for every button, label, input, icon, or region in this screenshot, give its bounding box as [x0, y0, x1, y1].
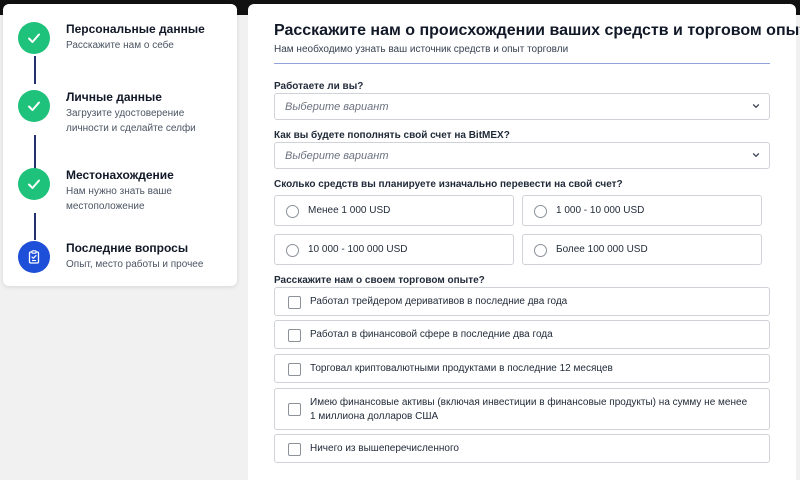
step-title: Последние вопросы [66, 241, 189, 255]
trading-experience-question-label: Расскажите нам о своем торговом опыте? [274, 275, 485, 286]
progress-steps-panel: Персональные данные Расскажите нам о себ… [3, 4, 237, 286]
form-divider [274, 63, 770, 64]
step-subtitle: Загрузите удостоверение личности и сдела… [66, 108, 196, 134]
funds-origin-form: Расскажите нам о происхождении ваших сре… [248, 4, 800, 480]
step-title: Местонахождение [66, 168, 174, 182]
checkbox[interactable] [288, 443, 301, 456]
step-final-questions[interactable]: Последние вопросы Опыт, место работы и п… [18, 241, 233, 291]
clipboard-icon [28, 250, 40, 264]
chevron-down-icon [752, 153, 760, 157]
step-complete-indicator [18, 90, 50, 122]
radio-label: Менее 1 000 USD [308, 205, 391, 216]
checkbox-label: Торговал криптовалютными продуктами в по… [310, 363, 613, 374]
radio-button[interactable] [534, 205, 547, 218]
deposit-option-1000-10000[interactable]: 1 000 - 10 000 USD [522, 195, 762, 226]
employment-question-label: Работаете ли вы? [274, 81, 364, 92]
checkbox[interactable] [288, 403, 301, 416]
step-complete-indicator [18, 22, 50, 54]
radio-button[interactable] [534, 244, 547, 257]
check-icon [28, 33, 40, 43]
experience-option-none[interactable]: Ничего из вышеперечисленного [274, 434, 770, 463]
step-subtitle: Нам нужно знать ваше местоположение [66, 186, 172, 212]
experience-option-crypto-trading[interactable]: Торговал криптовалютными продуктами в по… [274, 354, 770, 383]
form-subtitle: Нам необходимо узнать ваш источник средс… [274, 44, 569, 55]
chevron-down-icon [752, 104, 760, 108]
deposit-option-10000-100000[interactable]: 10 000 - 100 000 USD [274, 234, 514, 265]
experience-option-derivatives-trader[interactable]: Работал трейдером деривативов в последни… [274, 287, 770, 316]
step-title: Персональные данные [66, 22, 205, 36]
step-subtitle: Опыт, место работы и прочее [66, 259, 204, 270]
checkbox[interactable] [288, 363, 301, 376]
checkbox[interactable] [288, 329, 301, 342]
checkbox-label: Имею финансовые активы (включая инвестиц… [310, 397, 748, 422]
step-title: Личные данные [66, 90, 162, 104]
experience-option-financial-assets[interactable]: Имею финансовые активы (включая инвестиц… [274, 388, 770, 430]
experience-option-finance-sector[interactable]: Работал в финансовой сфере в последние д… [274, 320, 770, 349]
checkbox-label: Работал трейдером деривативов в последни… [310, 296, 568, 307]
select-placeholder: Выберите вариант [285, 101, 389, 113]
step-identity[interactable]: Личные данные Загрузите удостоверение ли… [18, 90, 233, 140]
radio-label: Более 100 000 USD [556, 244, 648, 255]
check-icon [28, 101, 40, 111]
step-subtitle: Расскажите нам о себе [66, 40, 174, 51]
step-connector [34, 135, 36, 169]
deposit-option-under-1000[interactable]: Менее 1 000 USD [274, 195, 514, 226]
form-title: Расскажите нам о происхождении ваших сре… [274, 22, 800, 39]
select-placeholder: Выберите вариант [285, 150, 389, 162]
step-complete-indicator [18, 168, 50, 200]
step-personal-data[interactable]: Персональные данные Расскажите нам о себ… [18, 22, 233, 72]
checkbox[interactable] [288, 296, 301, 309]
step-location[interactable]: Местонахождение Нам нужно знать ваше мес… [18, 168, 233, 218]
deposit-option-over-100000[interactable]: Более 100 000 USD [522, 234, 762, 265]
radio-label: 1 000 - 10 000 USD [556, 205, 645, 216]
radio-button[interactable] [286, 244, 299, 257]
funding-method-select[interactable]: Выберите вариант [274, 142, 770, 169]
funding-method-question-label: Как вы будете пополнять свой счет на Bit… [274, 130, 510, 141]
employment-select[interactable]: Выберите вариант [274, 93, 770, 120]
radio-label: 10 000 - 100 000 USD [308, 244, 408, 255]
deposit-amount-question-label: Сколько средств вы планируете изначально… [274, 179, 623, 190]
check-icon [28, 179, 40, 189]
step-active-indicator [18, 241, 50, 273]
checkbox-label: Ничего из вышеперечисленного [310, 443, 459, 454]
checkbox-label: Работал в финансовой сфере в последние д… [310, 329, 553, 340]
radio-button[interactable] [286, 205, 299, 218]
